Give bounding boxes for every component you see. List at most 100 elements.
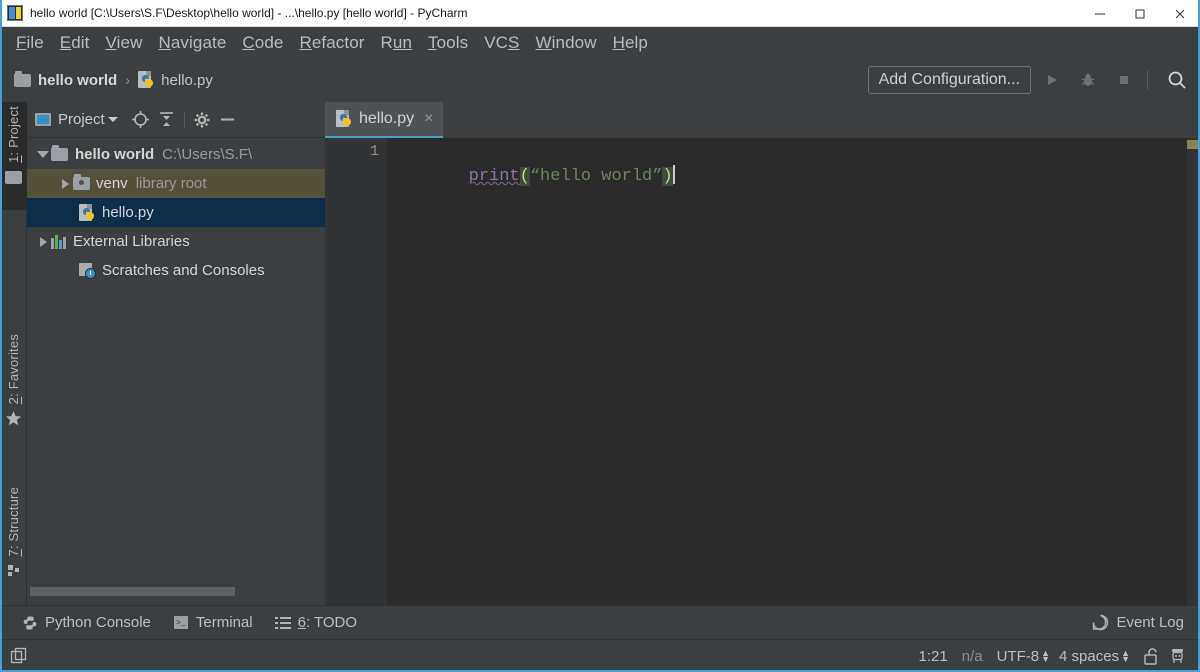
- menu-window[interactable]: Window: [528, 33, 605, 53]
- status-bar: 1:21 n/a UTF-8 ▲ ▼ 4 spaces ▲ ▼: [0, 639, 1200, 672]
- breadcrumb-item-project[interactable]: hello world: [14, 70, 117, 89]
- project-tool-window: Project hello world C:\Users\S.F\ venv l…: [27, 102, 325, 605]
- tree-row-external-libraries[interactable]: External Libraries: [27, 227, 325, 256]
- bottom-item-todo-label: : TODO: [305, 614, 358, 631]
- folder-icon: [5, 170, 22, 184]
- inspector-icon[interactable]: [1164, 643, 1190, 669]
- tree-row-hello-py[interactable]: hello.py: [27, 198, 325, 227]
- event-log-icon: [1092, 614, 1109, 631]
- chevron-right-icon[interactable]: [57, 178, 73, 189]
- editor-tab-bar: hello.py ×: [325, 102, 1200, 138]
- menu-file-mnemonic: F: [16, 32, 27, 52]
- python-file-icon: [336, 110, 353, 128]
- menu-view[interactable]: View: [98, 33, 151, 53]
- stop-square-icon[interactable]: [1109, 65, 1139, 95]
- todo-list-icon: [274, 616, 291, 630]
- project-horizontal-scrollbar[interactable]: [27, 585, 325, 597]
- hide-panel-icon[interactable]: [215, 107, 241, 133]
- line-number: 1: [369, 143, 379, 160]
- sidebar-item-favorites[interactable]: 2: Favorites: [0, 334, 27, 452]
- encoding-spinner-icon[interactable]: ▲ ▼: [1041, 649, 1050, 664]
- analysis-marker-gutter[interactable]: [1186, 138, 1200, 605]
- code-line-1[interactable]: print(“hello world”): [387, 143, 675, 210]
- add-configuration-button[interactable]: Add Configuration...: [867, 66, 1031, 94]
- menu-tools[interactable]: Tools: [420, 33, 476, 53]
- editor-area: hello.py × 1 print(“hello world”): [325, 102, 1200, 605]
- bottom-item-terminal[interactable]: >_ 6 Terminal: [173, 614, 253, 631]
- chevron-down-icon[interactable]: [35, 151, 51, 158]
- menu-file[interactable]: File: [8, 33, 52, 53]
- caret-position[interactable]: 1:21: [919, 648, 948, 665]
- toolbar-divider: [1147, 70, 1148, 90]
- minimize-icon[interactable]: [1080, 0, 1120, 27]
- sidebar-item-structure[interactable]: 7: Structure: [0, 487, 27, 605]
- menu-refactor[interactable]: Refactor: [291, 33, 372, 53]
- structure-icon: [6, 563, 22, 584]
- python-file-icon: [138, 71, 155, 89]
- svg-text:>_: >_: [176, 619, 186, 628]
- tree-row-label: venv: [96, 175, 128, 192]
- scratches-icon: [79, 262, 96, 279]
- folder-icon: [14, 70, 31, 87]
- close-icon[interactable]: ×: [424, 110, 433, 128]
- play-icon[interactable]: [1037, 65, 1067, 95]
- search-icon[interactable]: [1162, 65, 1192, 95]
- bottom-item-todo[interactable]: 6: TODO: [274, 614, 358, 631]
- gear-icon[interactable]: [189, 107, 215, 133]
- breadcrumb-separator: ›: [125, 71, 131, 89]
- sidebar-item-structure-label: 7: Structure: [6, 487, 21, 557]
- bottom-item-label: Python Console: [45, 614, 151, 631]
- unlocked-padlock-icon[interactable]: [1138, 643, 1164, 669]
- select-opened-file-icon[interactable]: [128, 107, 154, 133]
- indent-spinner-icon[interactable]: ▲ ▼: [1121, 649, 1130, 664]
- menu-navigate[interactable]: Navigate: [150, 33, 234, 53]
- breadcrumb-item-file[interactable]: hello.py: [138, 71, 213, 89]
- close-icon[interactable]: [1160, 0, 1200, 27]
- indent-selector[interactable]: 4 spaces: [1059, 648, 1119, 665]
- collapse-all-icon[interactable]: [154, 107, 180, 133]
- text-caret: [672, 165, 675, 184]
- token-function-print: print: [468, 167, 520, 186]
- menu-code[interactable]: Code: [234, 33, 291, 53]
- bottom-tool-window-bar: Python Console >_ 6 Terminal: [0, 605, 1200, 639]
- tree-row-hello-world[interactable]: hello world C:\Users\S.F\: [27, 140, 325, 169]
- chevron-down-icon: [107, 117, 118, 122]
- maximize-icon[interactable]: [1120, 0, 1160, 27]
- bottom-item-event-log[interactable]: Event Log: [1092, 614, 1184, 631]
- bottom-item-python-console[interactable]: Python Console: [22, 614, 151, 631]
- tab-hello-py[interactable]: hello.py ×: [325, 102, 443, 138]
- window-controls: [1080, 0, 1200, 27]
- chevron-right-icon[interactable]: [35, 236, 51, 247]
- scrollbar-thumb[interactable]: [30, 587, 235, 596]
- tree-row-tag: library root: [135, 175, 207, 192]
- inspection-marker[interactable]: [1187, 140, 1199, 149]
- project-view-selector[interactable]: Project: [35, 111, 118, 128]
- line-number-gutter: 1: [325, 138, 387, 605]
- tree-row-scratches-and-consoles[interactable]: Scratches and Consoles: [27, 256, 325, 285]
- pycharm-icon: [7, 5, 23, 21]
- tree-row-label: External Libraries: [73, 233, 190, 250]
- vcs-status[interactable]: n/a: [962, 648, 983, 665]
- encoding-selector[interactable]: UTF-8: [997, 648, 1040, 665]
- open-windows-icon[interactable]: [10, 647, 29, 666]
- token-close-paren: ): [662, 167, 673, 186]
- project-view-icon: [35, 113, 51, 126]
- breadcrumb: hello world › hello.py: [14, 70, 213, 89]
- token-string: “hello world”: [529, 167, 663, 186]
- tree-row-path: C:\Users\S.F\: [162, 146, 253, 163]
- header-divider: [183, 111, 185, 128]
- code-editor[interactable]: 1 print(“hello world”): [325, 138, 1200, 605]
- menu-help[interactable]: Help: [605, 33, 656, 53]
- menu-vcs[interactable]: VCS: [476, 33, 527, 53]
- sidebar-item-project[interactable]: 1: Project: [0, 102, 27, 210]
- event-log-label: Event Log: [1116, 614, 1184, 631]
- project-panel-header: Project: [27, 102, 325, 138]
- menu-edit[interactable]: Edit: [52, 33, 98, 53]
- left-tool-window-strip: 1: Project 2: Favorites 7: Structure: [0, 102, 27, 605]
- project-tree: hello world C:\Users\S.F\ venv library r…: [27, 138, 325, 285]
- bug-icon[interactable]: [1073, 65, 1103, 95]
- tree-row-venv[interactable]: venv library root: [27, 169, 325, 198]
- window-title: hello world [C:\Users\S.F\Desktop\hello …: [30, 6, 468, 20]
- token-open-paren: (: [519, 167, 530, 186]
- menu-run[interactable]: Run: [373, 33, 421, 53]
